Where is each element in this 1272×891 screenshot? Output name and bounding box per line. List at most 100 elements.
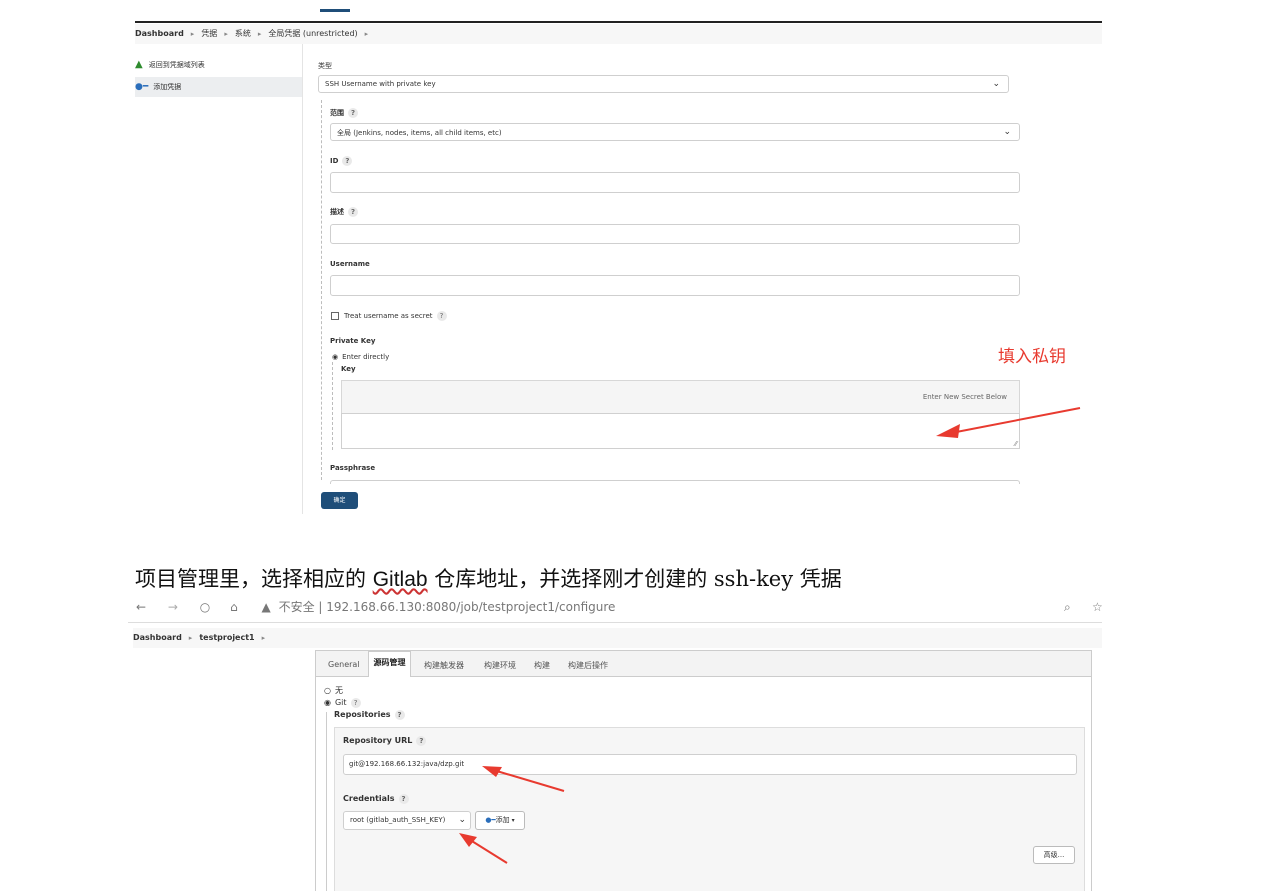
sidebar-divider <box>302 44 303 514</box>
credentials-label-text: Credentials <box>343 794 395 803</box>
help-icon[interactable]: ? <box>436 311 447 321</box>
home-icon[interactable]: ⌂ <box>230 600 238 614</box>
breadcrumb-chevron-icon[interactable]: ▸ <box>189 634 193 642</box>
id-input[interactable] <box>330 172 1020 193</box>
credentials-select-value: root (gitlab_auth_SSH_KEY) <box>350 816 446 824</box>
enter-directly-label: Enter directly <box>342 353 390 361</box>
caption-gitlab: Gitlab <box>372 568 428 591</box>
key-icon: ●━ <box>135 82 149 92</box>
warning-icon: ▲ <box>261 600 271 614</box>
help-icon[interactable]: ? <box>416 736 427 746</box>
favorite-icon[interactable]: ☆ <box>1092 600 1102 614</box>
help-icon[interactable]: ? <box>348 207 358 217</box>
help-icon[interactable]: ? <box>398 794 409 804</box>
form-section-rule <box>321 100 322 480</box>
credentials-label: Credentials? <box>343 794 409 804</box>
scm-git-option[interactable]: ◉ Git? <box>324 698 361 708</box>
key-section-rule <box>332 362 333 450</box>
help-icon[interactable]: ? <box>348 108 358 118</box>
help-icon[interactable]: ? <box>394 710 405 720</box>
up-arrow-icon: ▲ <box>135 59 143 70</box>
breadcrumb-credentials[interactable]: 凭据 <box>201 29 217 38</box>
caption-part2: 仓库地址，并选择刚才创建的 ssh-key 凭据 <box>427 567 842 591</box>
breadcrumb-global[interactable]: 全局凭据 (unrestricted) <box>268 29 357 38</box>
zoom-icon[interactable]: ⌕ <box>1064 600 1071 614</box>
treat-secret-label: Treat username as secret <box>344 312 433 320</box>
scm-git-label: Git <box>334 698 347 707</box>
repositories-label-text: Repositories <box>334 710 391 719</box>
reload-icon[interactable]: ○ <box>200 600 210 614</box>
username-input[interactable] <box>330 275 1020 296</box>
browser-divider <box>128 622 1102 623</box>
job-breadcrumb: Dashboard ▸ testproject1 ▸ <box>133 628 1102 648</box>
address-url[interactable]: 不安全 | 192.168.66.130:8080/job/testprojec… <box>279 600 616 614</box>
breadcrumb-system[interactable]: 系统 <box>235 29 251 38</box>
annotation-text: 填入私钥 <box>998 347 1066 367</box>
key-icon: ●━ <box>485 816 496 824</box>
username-label: Username <box>330 260 370 268</box>
scope-label-text: 范围 <box>330 109 344 117</box>
advanced-button-label: 高级... <box>1043 851 1065 859</box>
scm-none-option[interactable]: ○ 无 <box>324 685 343 696</box>
header-tab-hint <box>320 9 350 12</box>
secret-header: Enter New Secret Below <box>341 380 1020 414</box>
scope-select[interactable]: 全局 (Jenkins, nodes, items, all child ite… <box>330 123 1020 141</box>
tab-build[interactable]: 构建 <box>534 660 550 671</box>
treat-secret-row: Treat username as secret? <box>331 311 447 321</box>
sidebar-item-back[interactable]: ▲ 返回到凭据域列表 <box>135 55 302 74</box>
help-icon[interactable]: ? <box>350 698 361 708</box>
annotation-arrow-repo <box>482 766 565 792</box>
radio-empty-icon[interactable]: ○ <box>324 686 331 695</box>
repo-url-label: Repository URL? <box>343 736 427 746</box>
sidebar-item-back-label: 返回到凭据域列表 <box>148 61 205 69</box>
add-credential-label: 添加 <box>495 816 510 824</box>
kind-label: 类型 <box>318 62 332 70</box>
radio-selected-icon[interactable]: ◉ <box>332 353 338 361</box>
radio-selected-icon[interactable]: ◉ <box>324 698 331 707</box>
breadcrumb: Dashboard ▸ 凭据 ▸ 系统 ▸ 全局凭据 (unrestricted) ▸ <box>135 24 1102 44</box>
credentials-select[interactable]: root (gitlab_auth_SSH_KEY) ⌄ <box>343 811 471 830</box>
forward-icon[interactable]: → <box>168 600 178 614</box>
confirm-button-label: 确定 <box>333 497 346 504</box>
repo-url-value: git@192.168.66.132:java/dzp.git <box>349 760 465 768</box>
kind-select-value: SSH Username with private key <box>325 80 436 88</box>
private-key-textarea[interactable]: ⁄⁄ <box>341 413 1020 449</box>
help-icon[interactable]: ? <box>342 156 353 166</box>
breadcrumb-dashboard[interactable]: Dashboard <box>135 29 184 38</box>
repo-url-input[interactable]: git@192.168.66.132:java/dzp.git <box>343 754 1077 775</box>
annotation-arrow <box>936 407 1081 438</box>
key-label: Key <box>341 365 356 373</box>
breadcrumb-chevron-icon[interactable]: ▸ <box>262 634 266 642</box>
confirm-button[interactable]: 确定 <box>321 492 358 509</box>
breadcrumb-chevron-icon[interactable]: ▸ <box>224 30 228 38</box>
breadcrumb-dashboard[interactable]: Dashboard <box>133 633 182 642</box>
chevron-down-icon: ⌄ <box>992 79 1000 89</box>
description-label: 描述? <box>330 207 358 217</box>
chevron-down-icon: ⌄ <box>458 815 466 825</box>
annotation-arrow-credentials <box>459 833 508 864</box>
breadcrumb-chevron-icon[interactable]: ▸ <box>258 30 262 38</box>
repo-url-label-text: Repository URL <box>343 736 413 745</box>
passphrase-input[interactable] <box>330 480 1020 484</box>
tab-scm-label: 源码管理 <box>373 658 406 667</box>
id-label: ID? <box>330 156 353 166</box>
description-input[interactable] <box>330 224 1020 244</box>
breadcrumb-project[interactable]: testproject1 <box>199 633 254 642</box>
sidebar-item-add-credential[interactable]: ●━ 添加凭据 <box>135 77 302 97</box>
tab-general[interactable]: General <box>328 660 360 669</box>
tab-post-build[interactable]: 构建后操作 <box>568 660 608 671</box>
git-section-rule <box>326 712 327 891</box>
add-credential-button[interactable]: ●━添加 ▾ <box>475 811 525 830</box>
tab-scm[interactable]: 源码管理 <box>368 651 411 677</box>
breadcrumb-chevron-icon[interactable]: ▸ <box>191 30 195 38</box>
repositories-label: Repositories? <box>334 710 405 720</box>
tab-triggers[interactable]: 构建触发器 <box>424 660 464 671</box>
tab-environment[interactable]: 构建环境 <box>484 660 516 671</box>
back-icon[interactable]: ← <box>136 600 146 614</box>
breadcrumb-chevron-icon[interactable]: ▸ <box>365 30 369 38</box>
enter-directly-option[interactable]: ◉ Enter directly <box>332 353 389 361</box>
kind-select[interactable]: SSH Username with private key ⌄ <box>318 75 1009 93</box>
advanced-button[interactable]: 高级... <box>1033 846 1075 864</box>
treat-secret-checkbox[interactable] <box>331 312 339 320</box>
description-label-text: 描述 <box>330 208 344 216</box>
